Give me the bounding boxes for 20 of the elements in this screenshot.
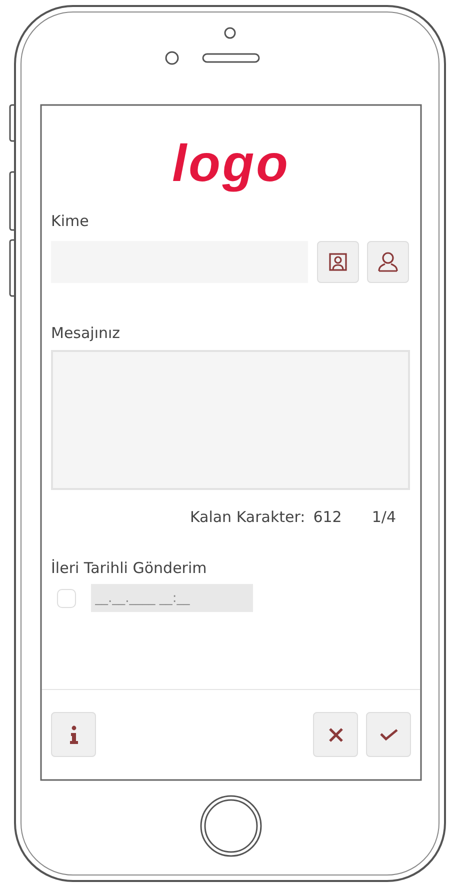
info-button[interactable] [51, 712, 96, 757]
message-input[interactable] [51, 350, 410, 490]
remaining-count: 612 [313, 507, 342, 528]
page-count: 1/4 [372, 507, 396, 528]
field-label: Kime [51, 211, 90, 232]
counter-label: Kalan Karakter: [190, 507, 306, 528]
close-icon [328, 728, 342, 742]
close-button[interactable] [313, 712, 358, 757]
info-icon [68, 724, 78, 744]
confirm-button[interactable] [366, 712, 411, 757]
checkmark-icon [380, 728, 398, 740]
date-input[interactable]: __.__.____ __:__ [91, 584, 253, 612]
field-label: İleri Tarihli Gönderim [51, 558, 208, 578]
checkbox[interactable] [57, 588, 76, 608]
contact-card-icon [328, 252, 348, 272]
person-button[interactable] [367, 240, 409, 282]
field-label: Mesajınız [51, 322, 122, 344]
person-icon [377, 250, 399, 272]
contacts-button[interactable] [317, 240, 359, 282]
logo: logo [172, 138, 290, 195]
